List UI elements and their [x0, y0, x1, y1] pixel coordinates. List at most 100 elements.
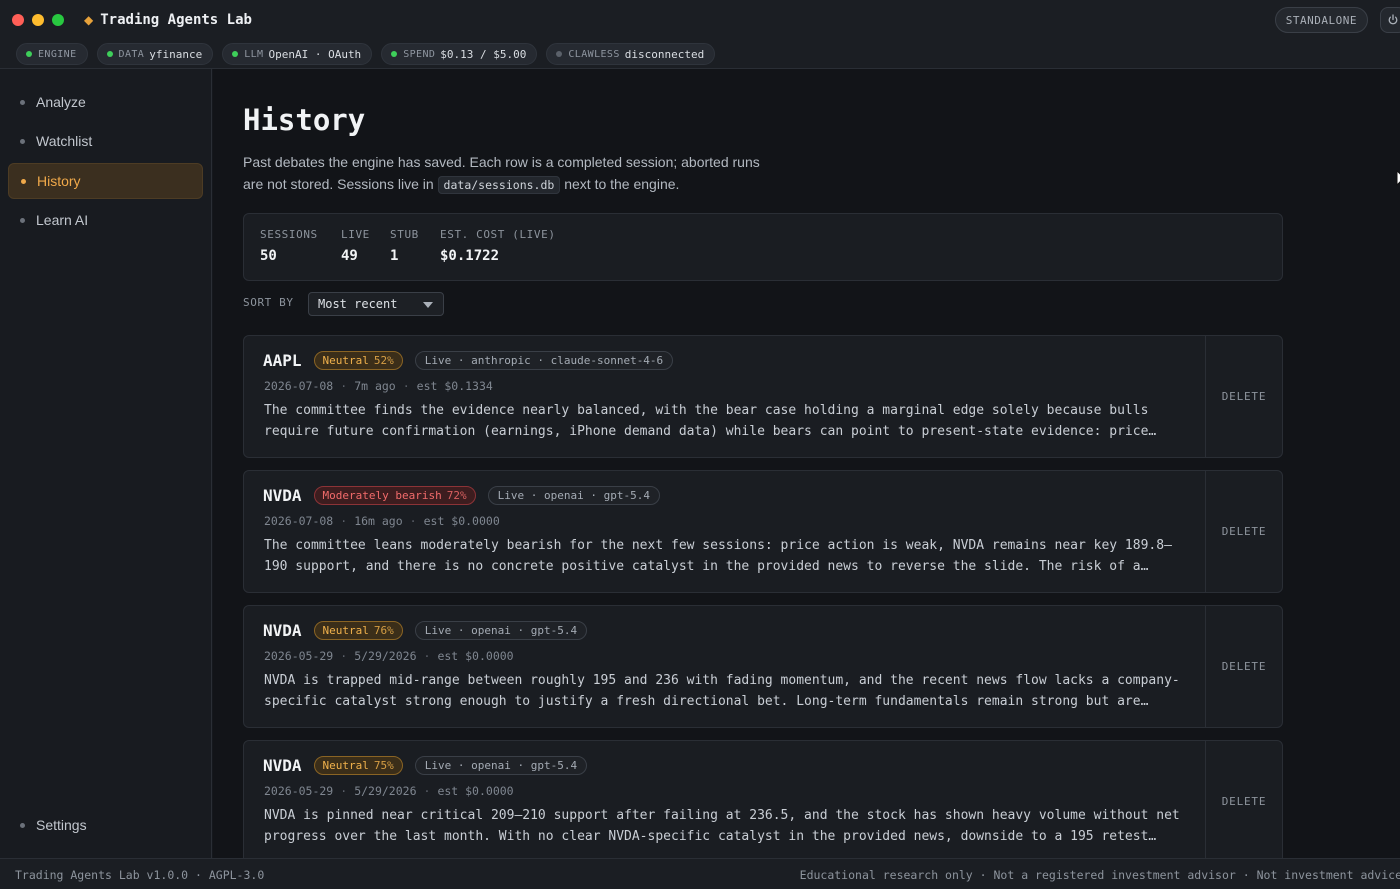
stance-badge: Neutral 76% [313, 621, 403, 640]
power-button[interactable] [1380, 7, 1400, 33]
session-card-body[interactable]: AAPL Neutral 52% Live · anthropic · clau… [244, 336, 1206, 457]
session-summary: NVDA is trapped mid-range between roughl… [264, 673, 1180, 709]
delete-button[interactable]: DELETE [1205, 336, 1282, 457]
sidebar-item-settings[interactable]: Settings [8, 807, 203, 843]
session-age: 5/29/2026 [354, 784, 417, 798]
bullet-icon [20, 138, 25, 144]
stance-label: Neutral [322, 354, 369, 367]
stats-panel: SESSIONS 50 LIVE 49 STUB 1 EST. COST (LI… [243, 213, 1283, 281]
stat-est-cost: EST. COST (LIVE) $0.1722 [440, 228, 556, 264]
session-card[interactable]: NVDA Neutral 75% Live · openai · gpt-5.4… [243, 740, 1283, 858]
stat-value: 49 [341, 248, 358, 264]
session-meta: 2026-05-29 · 5/29/2026 · est $0.0000 [264, 649, 514, 663]
session-cost: est $0.0000 [423, 514, 500, 528]
session-summary: NVDA is pinned near critical 209–210 sup… [264, 808, 1180, 844]
session-card[interactable]: AAPL Neutral 52% Live · anthropic · clau… [243, 335, 1283, 458]
llm-label: LLM [244, 48, 264, 60]
separator-dot: · [340, 379, 348, 393]
app-title: Trading Agents Lab [100, 12, 252, 28]
mode-badge[interactable]: STANDALONE [1274, 7, 1368, 33]
status-dot-icon [26, 51, 32, 57]
stat-live: LIVE 49 [341, 228, 370, 264]
engine-status-chip: ENGINE [16, 43, 88, 65]
bullet-icon [20, 99, 25, 105]
stance-badge: Neutral 75% [313, 756, 403, 775]
page-description: Past debates the engine has saved. Each … [243, 151, 763, 196]
sidebar-item-watchlist[interactable]: Watchlist [8, 123, 203, 159]
session-date: 2026-07-08 [264, 514, 334, 528]
session-card[interactable]: NVDA Neutral 76% Live · openai · gpt-5.4… [243, 605, 1283, 728]
delete-button[interactable]: DELETE [1205, 471, 1282, 592]
main-content: History Past debates the engine has save… [213, 69, 1400, 858]
clawless-label: CLAWLESS [568, 48, 620, 60]
model-chip: Live · openai · gpt-5.4 [414, 756, 588, 775]
chevron-down-icon [423, 302, 433, 308]
model-chip: Live · openai · gpt-5.4 [414, 621, 588, 640]
delete-button[interactable]: DELETE [1205, 741, 1282, 858]
sidebar-item-history[interactable]: History [8, 163, 203, 199]
session-date: 2026-05-29 [264, 649, 334, 663]
session-ticker: NVDA [263, 756, 302, 775]
session-meta: 2026-05-29 · 5/29/2026 · est $0.0000 [264, 784, 514, 798]
page-title: History [243, 103, 366, 137]
session-cost: est $0.0000 [437, 784, 514, 798]
bullet-icon [20, 822, 25, 828]
session-card-body[interactable]: NVDA Neutral 76% Live · openai · gpt-5.4… [244, 606, 1206, 727]
status-dot-icon [391, 51, 398, 57]
stance-badge: Moderately bearish 72% [313, 486, 476, 505]
minimize-window-button[interactable] [32, 14, 44, 26]
sidebar-item-learn-ai[interactable]: Learn AI [8, 202, 203, 238]
session-ticker: NVDA [263, 621, 302, 640]
footer-bar: Trading Agents Lab v1.0.0 · AGPL-3.0 Edu… [0, 858, 1400, 889]
stance-label: Moderately bearish [322, 489, 442, 502]
spend-label: SPEND [403, 48, 436, 60]
sort-select[interactable]: Most recent [308, 292, 444, 316]
stance-confidence: 76% [373, 624, 394, 637]
spend-value: $0.13 / $5.00 [440, 47, 527, 61]
sessions-db-path: data/sessions.db [437, 176, 561, 194]
session-card-body[interactable]: NVDA Moderately bearish 72% Live · opena… [244, 471, 1206, 592]
session-age: 16m ago [354, 514, 403, 528]
separator-dot: · [340, 784, 348, 798]
stat-label: LIVE [341, 228, 370, 241]
close-window-button[interactable] [12, 14, 24, 26]
sidebar-item-label: History [37, 173, 81, 189]
model-chip: Live · openai · gpt-5.4 [487, 486, 660, 505]
maximize-window-button[interactable] [52, 14, 64, 26]
separator-dot: · [423, 649, 431, 663]
stat-value: 1 [390, 248, 399, 264]
clawless-value: disconnected [624, 47, 705, 61]
session-cost: est $0.0000 [437, 649, 514, 663]
stance-badge: Neutral 52% [313, 351, 403, 370]
separator-dot: · [340, 649, 348, 663]
session-card-body[interactable]: NVDA Neutral 75% Live · openai · gpt-5.4… [244, 741, 1206, 858]
stat-label: EST. COST (LIVE) [440, 228, 556, 241]
session-age: 5/29/2026 [354, 649, 417, 663]
status-dot-icon [106, 51, 113, 57]
session-ticker: AAPL [263, 351, 302, 370]
separator-dot: · [340, 514, 348, 528]
data-status-chip: DATA yfinance [96, 43, 214, 65]
session-summary: The committee finds the evidence nearly … [264, 403, 1149, 439]
window-controls [12, 14, 64, 26]
session-header: NVDA Neutral 75% Live · openai · gpt-5.4 [263, 756, 588, 775]
stat-label: SESSIONS [260, 228, 318, 241]
model-chip: Live · anthropic · claude-sonnet-4-6 [414, 351, 674, 370]
mouse-pointer-icon [1396, 170, 1400, 187]
title-bar: ◆ Trading Agents Lab STANDALONE [0, 0, 1400, 40]
sidebar-item-analyze[interactable]: Analyze [8, 84, 203, 120]
bullet-icon [20, 217, 25, 223]
session-card[interactable]: NVDA Moderately bearish 72% Live · opena… [243, 470, 1283, 593]
stance-confidence: 75% [373, 759, 394, 772]
stat-value: 50 [260, 248, 277, 264]
session-header: AAPL Neutral 52% Live · anthropic · clau… [263, 351, 674, 370]
session-header: NVDA Moderately bearish 72% Live · opena… [263, 486, 660, 505]
sidebar-item-label: Settings [36, 817, 87, 833]
delete-button[interactable]: DELETE [1205, 606, 1282, 727]
session-date: 2026-05-29 [264, 784, 334, 798]
separator-dot: · [409, 514, 417, 528]
stat-label: STUB [390, 228, 419, 241]
sidebar-item-label: Learn AI [36, 212, 89, 228]
session-ticker: NVDA [263, 486, 302, 505]
data-value: yfinance [149, 47, 203, 61]
